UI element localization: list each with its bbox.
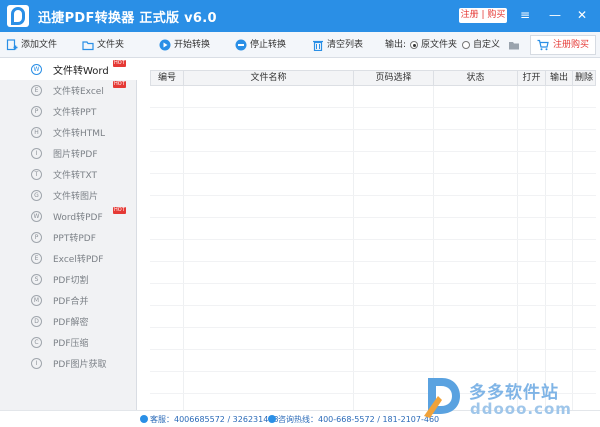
output-original-radio[interactable]: [410, 41, 418, 49]
sidebar-item-label: Word转PDF: [53, 213, 103, 223]
hot-badge: HOT: [113, 81, 126, 88]
output-label: 输出:: [385, 40, 407, 50]
side-item-icon: G: [31, 190, 42, 201]
qq-icon: [140, 415, 148, 423]
sidebar-item-pdf-decrypt[interactable]: D PDF解密: [0, 311, 137, 332]
start-convert-button[interactable]: 开始转换: [159, 32, 215, 58]
sidebar-item-file-to-ppt[interactable]: P 文件转PPT: [0, 101, 137, 122]
sidebar-item-label: PDF图片获取: [53, 360, 107, 370]
close-icon[interactable]: ✕: [574, 7, 590, 23]
sidebar-item-ppt-to-pdf[interactable]: P PPT转PDF: [0, 227, 137, 248]
app-logo-icon: [7, 5, 29, 27]
side-item-icon: E: [31, 85, 42, 96]
stop-convert-button[interactable]: 停止转换: [235, 32, 291, 58]
table-header: 编号 文件名称 页码选择 状态 打开 输出 删除: [150, 70, 596, 86]
side-item-icon: M: [31, 295, 42, 306]
add-folder-label: 文件夹: [97, 40, 125, 50]
clear-list-label: 清空列表: [327, 40, 364, 50]
sidebar-item-label: PDF合并: [53, 297, 89, 307]
add-folder-button[interactable]: 文件夹: [82, 32, 127, 58]
sidebar-item-label: 文件转Word: [53, 66, 109, 77]
sidebar-item-pdf-split[interactable]: S PDF切割: [0, 269, 137, 290]
trash-icon: [313, 40, 323, 51]
side-item-icon: W: [31, 64, 42, 75]
sidebar-item-label: PDF压缩: [53, 339, 89, 349]
buy-button[interactable]: 注册购买: [530, 35, 596, 55]
phone-icon: [268, 415, 276, 423]
output-custom-label: 自定义: [473, 40, 501, 50]
col-page-select-header[interactable]: 页码选择: [354, 71, 434, 85]
app-title: 迅捷PDF转换器 正式版 v6.0: [38, 11, 217, 26]
sidebar-item-label: Excel转PDF: [53, 255, 104, 265]
side-item-icon: S: [31, 274, 42, 285]
hotline-text: 咨询热线：400-668-5572 / 181-2107-460: [278, 415, 440, 424]
menu-icon[interactable]: ≡: [517, 7, 533, 23]
sidebar-item-label: 文件转PPT: [53, 108, 97, 118]
sidebar-item-word-to-pdf[interactable]: W Word转PDF HOT: [0, 206, 137, 227]
side-item-icon: I: [31, 148, 42, 159]
sidebar-item-file-to-image[interactable]: G 文件转图片: [0, 185, 137, 206]
buy-label: 注册购买: [553, 40, 590, 50]
output-custom-radio[interactable]: [462, 41, 470, 49]
sidebar-item-file-to-txt[interactable]: T 文件转TXT: [0, 164, 137, 185]
sidebar-item-pdf-image-extract[interactable]: I PDF图片获取: [0, 353, 137, 374]
hot-badge: HOT: [113, 207, 126, 214]
side-item-icon: I: [31, 358, 42, 369]
sidebar-item-pdf-merge[interactable]: M PDF合并: [0, 290, 137, 311]
output-original-label: 原文件夹: [421, 40, 458, 50]
sidebar-item-file-to-word[interactable]: W 文件转Word HOT: [0, 59, 137, 80]
side-item-icon: P: [31, 106, 42, 117]
sidebar-item-pdf-compress[interactable]: C PDF压缩: [0, 332, 137, 353]
side-item-icon: H: [31, 127, 42, 138]
sidebar-item-excel-to-pdf[interactable]: E Excel转PDF: [0, 248, 137, 269]
side-item-icon: T: [31, 169, 42, 180]
title-bar: 迅捷PDF转换器 正式版 v6.0 注册 | 购买 ≡ — ✕: [0, 0, 600, 32]
sidebar-item-label: 文件转HTML: [53, 129, 106, 139]
play-icon: [159, 39, 171, 51]
folder-icon: [82, 41, 94, 51]
sidebar-item-image-to-pdf[interactable]: I 图片转PDF: [0, 143, 137, 164]
side-item-icon: C: [31, 337, 42, 348]
folder-browse-icon[interactable]: [508, 39, 520, 51]
ddooo-watermark-logo-icon: [424, 378, 460, 418]
minimize-icon[interactable]: —: [547, 7, 563, 23]
sidebar-item-file-to-html[interactable]: H 文件转HTML: [0, 122, 137, 143]
col-status-header[interactable]: 状态: [434, 71, 518, 85]
col-delete-header[interactable]: 删除: [573, 71, 595, 85]
table-body: [150, 86, 596, 410]
stop-icon: [235, 39, 247, 51]
add-file-label: 添加文件: [21, 40, 58, 50]
sidebar-item-label: 文件转Excel: [53, 87, 104, 97]
clear-list-button[interactable]: 清空列表: [312, 32, 368, 58]
side-item-icon: P: [31, 232, 42, 243]
col-number-header[interactable]: 编号: [151, 71, 184, 85]
sidebar-item-label: 文件转TXT: [53, 171, 98, 181]
side-item-icon: D: [31, 316, 42, 327]
watermark-en-text: ddooo.com: [470, 400, 572, 418]
add-file-button[interactable]: 添加文件: [6, 32, 62, 58]
register-buy-button[interactable]: 注册 | 购买: [459, 8, 507, 23]
col-filename-header[interactable]: 文件名称: [184, 71, 354, 85]
start-convert-label: 开始转换: [174, 40, 211, 50]
side-item-icon: W: [31, 211, 42, 222]
file-table: 编号 文件名称 页码选择 状态 打开 输出 删除: [150, 70, 596, 410]
support-qq-text[interactable]: 客服：4006685572 / 326231478: [150, 414, 279, 425]
sidebar-item-label: 文件转图片: [53, 192, 99, 202]
sidebar-item-label: PDF解密: [53, 318, 89, 328]
sidebar-item-file-to-excel[interactable]: E 文件转Excel HOT: [0, 80, 137, 101]
cart-icon: [537, 39, 549, 51]
toolbar: 添加文件 文件夹 开始转换 停止转换 清空列表 输出: 原文件夹 自定义 注册购…: [0, 32, 600, 58]
sidebar-item-label: PDF切割: [53, 276, 89, 286]
col-output-header[interactable]: 输出: [546, 71, 573, 85]
side-item-icon: E: [31, 253, 42, 264]
sidebar-item-label: 图片转PDF: [53, 150, 98, 160]
sidebar: W 文件转Word HOT E 文件转Excel HOT P 文件转PPT H 文件转HTM…: [0, 59, 137, 410]
sidebar-item-label: PPT转PDF: [53, 234, 96, 244]
add-file-icon: [6, 39, 18, 51]
hot-badge: HOT: [113, 60, 126, 67]
col-open-header[interactable]: 打开: [518, 71, 546, 85]
stop-convert-label: 停止转换: [250, 40, 287, 50]
